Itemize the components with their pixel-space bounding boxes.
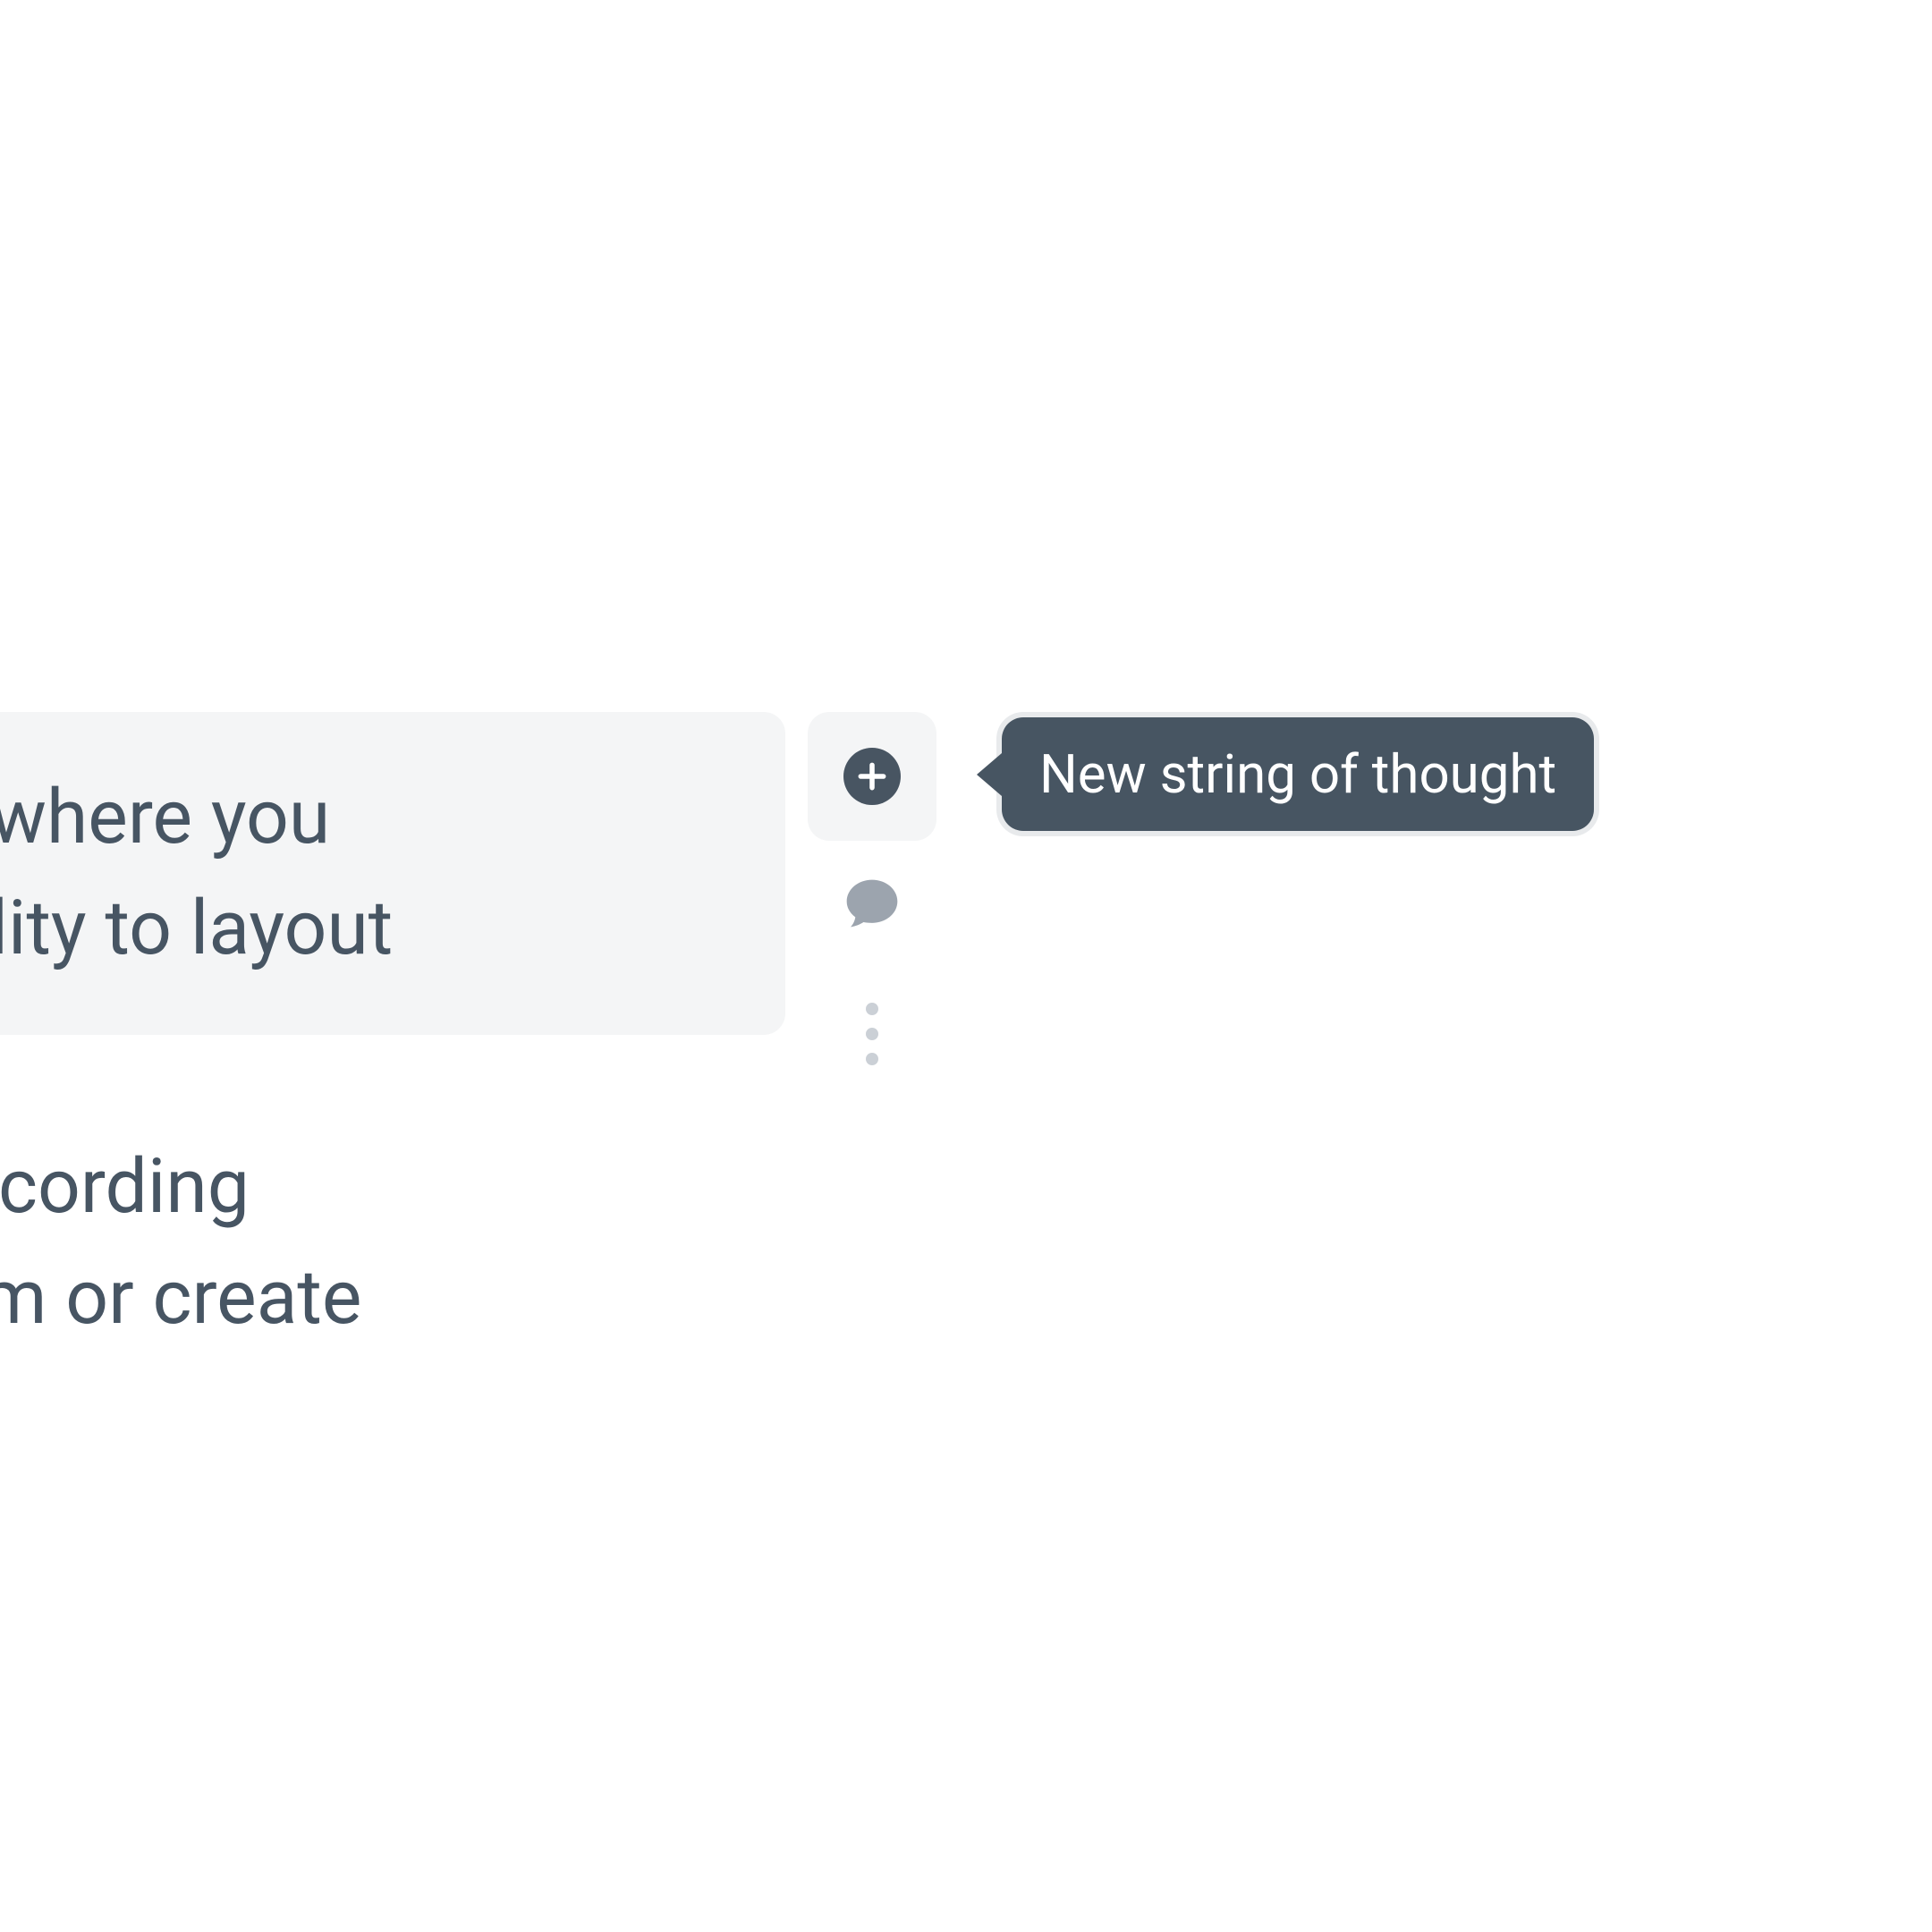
- text-line: ovide is recording: [0, 1131, 778, 1242]
- plus-icon: [843, 748, 901, 805]
- comment-button[interactable]: [808, 841, 936, 970]
- body-text: ovide is recording top of them or create: [0, 1131, 778, 1354]
- text-line: top of them or create: [0, 1242, 778, 1353]
- more-options-button[interactable]: [808, 970, 936, 1098]
- new-thought-button[interactable]: [808, 712, 936, 841]
- text-line: esearch where you: [0, 762, 721, 873]
- highlighted-text-block: esearch where you s the ability to layou…: [0, 712, 785, 1035]
- tooltip: New string of thought: [1002, 717, 1594, 831]
- more-vertical-icon: [866, 1003, 878, 1065]
- action-toolbar: [808, 712, 936, 1098]
- comment-icon: [841, 874, 903, 936]
- text-line: s the ability to layout: [0, 873, 721, 984]
- tooltip-label: New string of thought: [1039, 742, 1556, 806]
